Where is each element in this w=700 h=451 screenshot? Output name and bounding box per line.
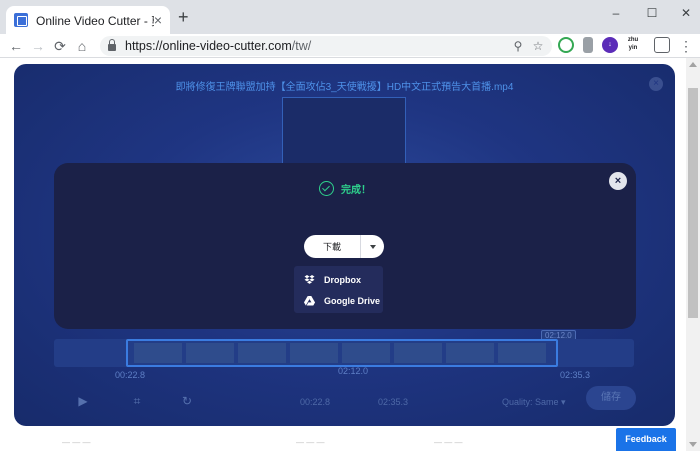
editor-close-icon[interactable]: × — [649, 77, 663, 91]
tab-close-icon[interactable]: × — [154, 12, 162, 28]
dropbox-icon — [304, 275, 315, 284]
scroll-up-icon[interactable] — [689, 62, 697, 67]
tab-bar: Online Video Cutter - 剪下視訊 × + – ☐ ✕ — [0, 0, 700, 34]
caret-down-icon — [369, 244, 376, 249]
scroll-down-icon[interactable] — [689, 442, 697, 447]
selection-end-time[interactable]: 02:35.3 — [378, 397, 408, 407]
rotate-icon[interactable]: ↻ — [180, 394, 194, 408]
back-arrow-icon[interactable]: ← — [6, 36, 26, 56]
timeline-end-time: 02:35.3 — [560, 370, 591, 380]
below-fold-text: — — — — [434, 438, 463, 447]
crop-icon[interactable]: ⌗ — [130, 394, 144, 408]
download-split-button[interactable]: 下載 — [304, 235, 384, 258]
browser-menu-icon[interactable]: ⋮ — [676, 36, 696, 56]
download-arrow-icon[interactable] — [583, 37, 593, 53]
play-icon[interactable]: ▶ — [76, 394, 90, 408]
save-button[interactable]: 儲存 — [586, 386, 636, 410]
dropdown-item-label: Dropbox — [324, 275, 361, 285]
below-fold-text: — — — — [296, 438, 325, 447]
google-drive-icon — [304, 296, 315, 306]
feedback-button[interactable]: Feedback — [616, 428, 676, 451]
bookmark-star-icon[interactable]: ☆ — [530, 38, 546, 54]
completion-dialog: × 完成！ 下載 Dropbox Google Drive — [54, 163, 636, 329]
reload-icon[interactable]: ⟳ — [50, 36, 70, 56]
calendar-extension-icon[interactable] — [654, 37, 670, 53]
download-button[interactable]: 下載 — [304, 240, 360, 253]
selection-start-time[interactable]: 00:22.8 — [300, 397, 330, 407]
timeline-selection[interactable] — [126, 339, 558, 367]
window-minimize-button[interactable]: – — [604, 4, 628, 22]
lock-icon — [108, 39, 116, 51]
download-dropdown-menu: Dropbox Google Drive — [294, 266, 383, 313]
zoom-icon[interactable]: ⚲ — [510, 38, 526, 54]
window-maximize-button[interactable]: ☐ — [640, 4, 664, 22]
browser-toolbar: ← → ⟳ ⌂ https://online-video-cutter.com/… — [0, 34, 700, 58]
dropdown-item-label: Google Drive — [324, 296, 381, 306]
page-scrollbar[interactable] — [686, 58, 700, 451]
tab-title: Online Video Cutter - 剪下視訊 — [36, 13, 154, 28]
zhuyin-extension-icon[interactable]: zhu yin — [624, 36, 642, 52]
timeline-track[interactable] — [54, 339, 634, 367]
browser-tab[interactable]: Online Video Cutter - 剪下視訊 × — [6, 6, 170, 34]
quality-select[interactable]: Quality: Same ▾ — [502, 397, 566, 408]
below-fold-text: — — — — [62, 438, 91, 447]
completion-status: 完成！ — [54, 181, 636, 196]
address-bar[interactable]: https://online-video-cutter.com/tw/ ⚲ ☆ — [100, 36, 552, 56]
home-icon[interactable]: ⌂ — [72, 36, 92, 56]
timeline-current-time: 02:12.0 — [338, 366, 369, 376]
window-close-button[interactable]: ✕ — [674, 4, 698, 22]
scrollbar-thumb[interactable] — [688, 88, 698, 318]
url-text: https://online-video-cutter.com/tw/ — [125, 39, 312, 53]
download-options-toggle[interactable] — [361, 244, 384, 249]
dropdown-item-dropbox[interactable]: Dropbox — [304, 272, 361, 288]
dropdown-item-google-drive[interactable]: Google Drive — [304, 293, 380, 309]
completion-text: 完成！ — [341, 185, 371, 196]
check-circle-icon — [319, 181, 334, 196]
download-extension-icon[interactable]: ↓ — [602, 37, 618, 53]
new-tab-button[interactable]: + — [178, 8, 189, 26]
video-file-name: 即將修復王牌聯盟加持【全面攻佔3_天使戰擾】HD中文正式預告大首播.mp4 — [175, 82, 514, 93]
forward-arrow-icon[interactable]: → — [28, 36, 48, 56]
video-preview — [282, 97, 406, 167]
timeline-start-time: 00:22.8 — [115, 370, 146, 380]
drive-extension-icon[interactable] — [558, 37, 574, 53]
video-cutter-favicon-icon — [14, 13, 28, 27]
